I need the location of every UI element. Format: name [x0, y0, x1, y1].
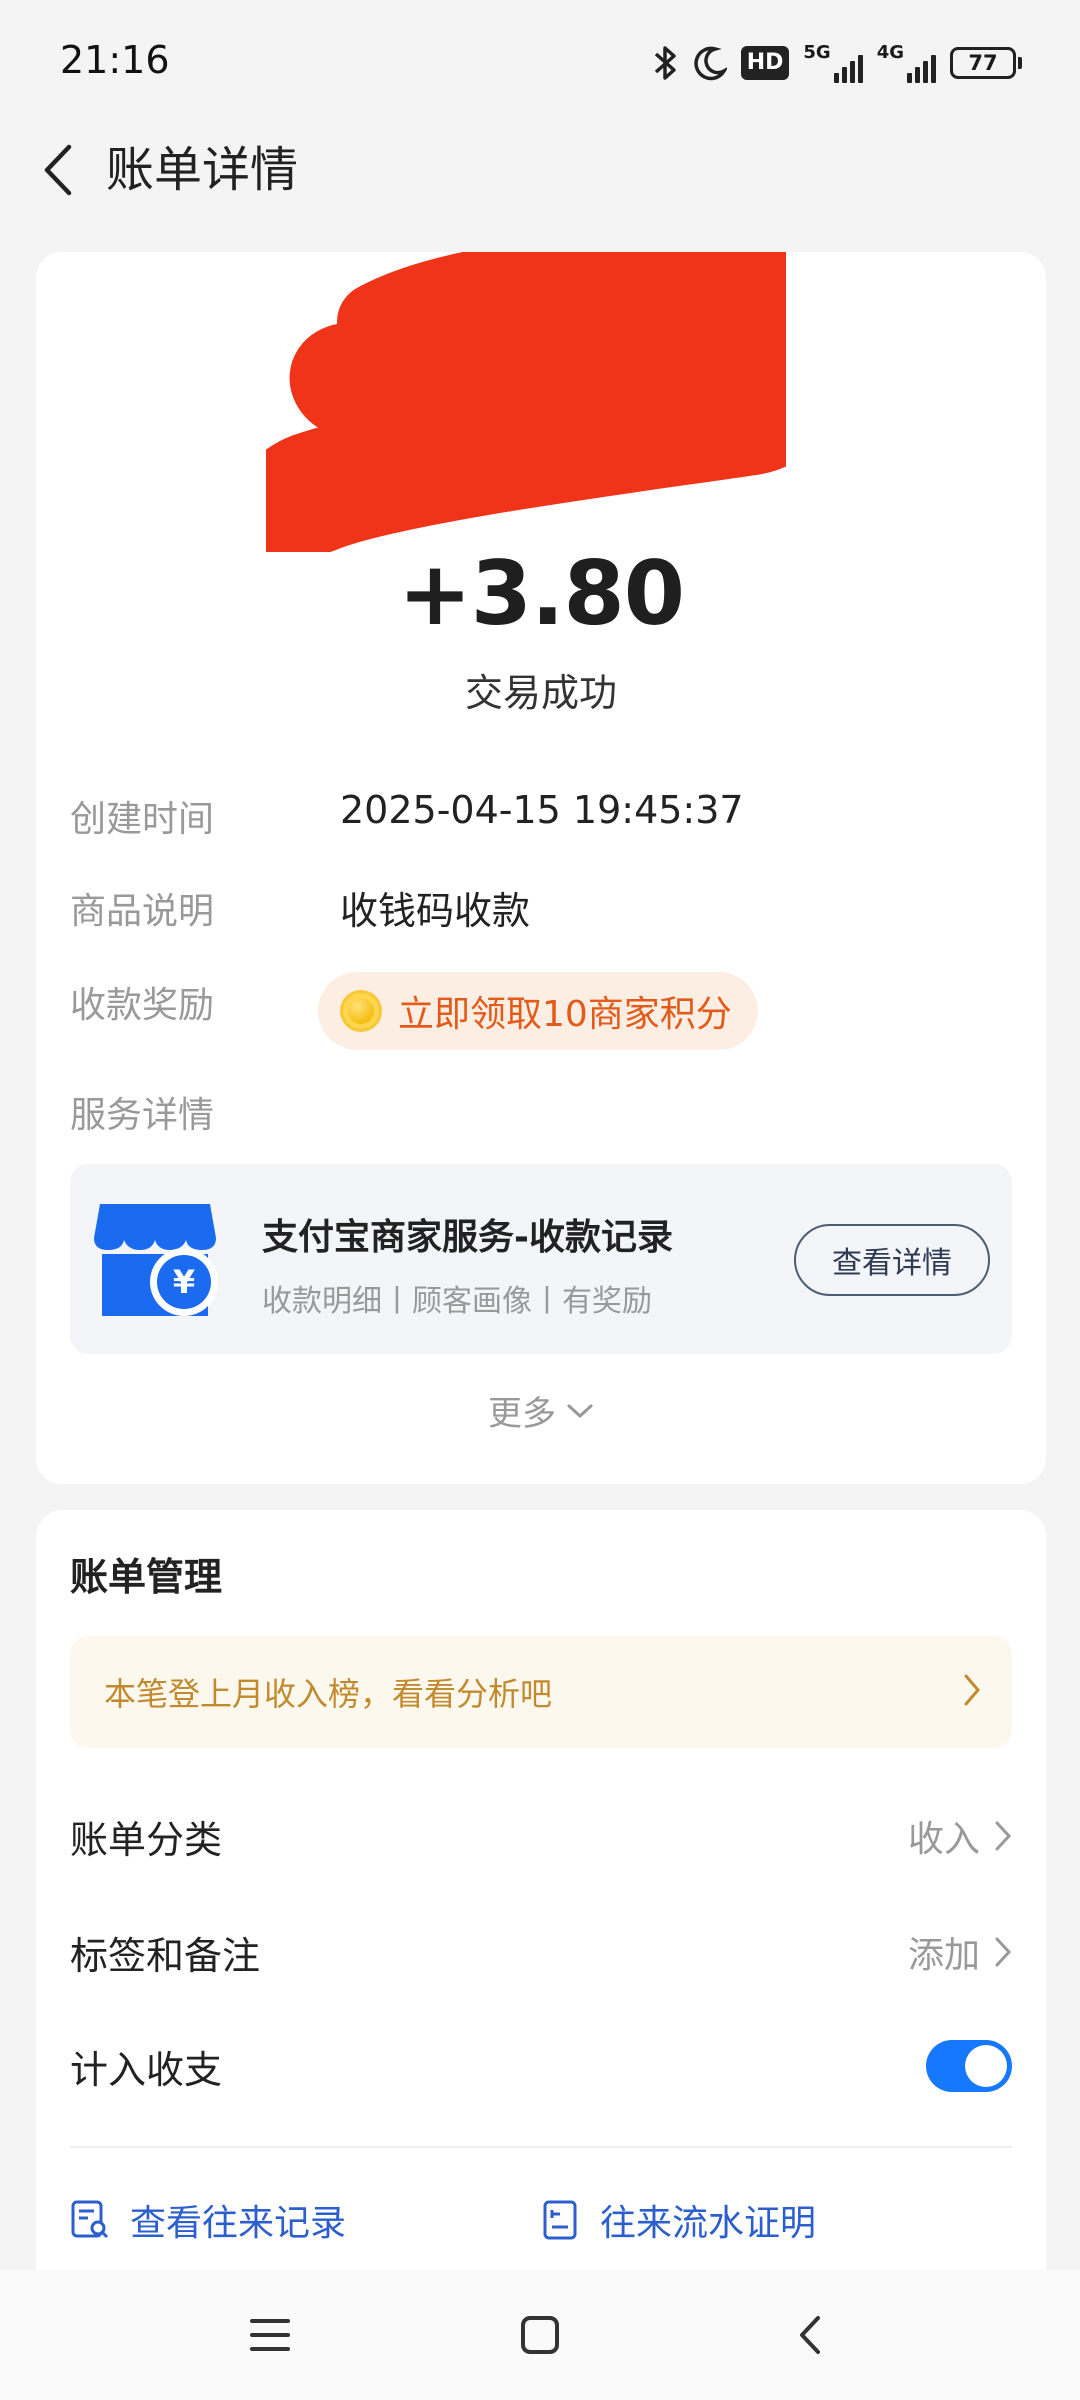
section-title: 账单管理 — [70, 1555, 223, 1599]
tip-text: 本笔登上月收入榜，看看分析吧 — [104, 1675, 553, 1713]
tags-notes-row[interactable]: 标签和备注 添加 — [70, 1912, 1012, 1992]
transaction-proof-label: 往来流水证明 — [600, 2203, 817, 2244]
back-arrow-icon — [800, 2316, 820, 2354]
coin-icon — [340, 990, 382, 1032]
more-label: 更多 — [488, 1394, 556, 1434]
include-balance-row: 计入收支 — [70, 2026, 1012, 2106]
svg-text:¥: ¥ — [173, 1263, 195, 1301]
hd-voice-badge: HD — [740, 46, 790, 80]
transaction-proof-link[interactable]: 往来流水证明 — [540, 2194, 816, 2246]
status-time: 21:16 — [60, 38, 170, 82]
signal-4g-icon: 4G — [877, 43, 936, 83]
transaction-amount: +3.80 — [398, 542, 685, 645]
claim-points-label: 立即领取10商家积分 — [398, 994, 732, 1035]
item-desc-label: 商品说明 — [70, 891, 215, 932]
view-details-button[interactable]: 查看详情 — [794, 1224, 990, 1296]
status-bar: 21:16 HD 5G 4G 77 — [0, 0, 1080, 120]
service-detail-label: 服务详情 — [70, 1095, 215, 1136]
item-desc-value: 收钱码收款 — [340, 889, 531, 933]
bill-management-card: 账单管理 本笔登上月收入榜，看看分析吧 账单分类 收入 标签和备注 添加 计入收… — [36, 1510, 1046, 2270]
chevron-left-icon — [44, 144, 72, 196]
merchant-service-entry[interactable]: ¥ 支付宝商家服务-收款记录 收款明细丨顾客画像丨有奖励 查看详情 — [70, 1164, 1012, 1354]
tags-notes-value: 添加 — [907, 1935, 980, 1976]
chevron-right-icon — [964, 1674, 980, 1706]
system-nav-bar — [0, 2270, 1080, 2400]
transaction-status: 交易成功 — [464, 671, 617, 715]
home-button[interactable] — [505, 2300, 575, 2370]
bill-category-row[interactable]: 账单分类 收入 — [70, 1796, 1012, 1876]
back-button[interactable] — [28, 138, 88, 202]
bill-detail-page: 21:16 HD 5G 4G 77 账单详情 +3.80 交易成功 创建时间 2… — [0, 0, 1080, 2400]
transaction-card: +3.80 交易成功 创建时间 2025-04-15 19:45:37 商品说明… — [36, 252, 1046, 1484]
page-title: 账单详情 — [106, 142, 299, 198]
chevron-right-icon — [995, 1937, 1012, 1967]
merchant-shop-icon: ¥ — [94, 1204, 218, 1316]
battery-icon: 77 — [950, 47, 1022, 79]
nav-back-button[interactable] — [775, 2300, 845, 2370]
redaction-scribble — [266, 252, 786, 552]
bill-category-label: 账单分类 — [70, 1817, 223, 1862]
tags-notes-label: 标签和备注 — [70, 1933, 261, 1978]
menu-button[interactable] — [235, 2300, 305, 2370]
include-balance-toggle[interactable] — [926, 2040, 1012, 2092]
service-title: 支付宝商家服务-收款记录 — [262, 1217, 673, 1258]
chevron-down-icon — [567, 1404, 593, 1418]
income-ranking-tip[interactable]: 本笔登上月收入榜，看看分析吧 — [70, 1636, 1012, 1748]
view-history-link[interactable]: 查看往来记录 — [70, 2194, 346, 2246]
created-time-value: 2025-04-15 19:45:37 — [340, 788, 744, 832]
home-square-icon — [521, 2316, 559, 2354]
status-icons: HD 5G 4G 77 — [653, 38, 1022, 88]
claim-points-button[interactable]: 立即领取10商家积分 — [318, 972, 758, 1050]
chevron-right-icon — [995, 1821, 1012, 1851]
document-search-icon — [71, 2200, 109, 2239]
reward-label: 收款奖励 — [70, 985, 215, 1026]
bluetooth-icon — [653, 43, 679, 83]
created-time-label: 创建时间 — [70, 799, 215, 840]
moon-icon — [693, 43, 727, 83]
signal-5g-icon: 5G — [803, 43, 863, 83]
divider — [70, 2146, 1012, 2148]
view-history-label: 查看往来记录 — [130, 2203, 347, 2244]
menu-icon — [250, 2319, 290, 2351]
include-balance-label: 计入收支 — [70, 2047, 223, 2092]
service-subtitle: 收款明细丨顾客画像丨有奖励 — [262, 1284, 652, 1319]
bill-category-value: 收入 — [907, 1819, 980, 1860]
more-toggle[interactable]: 更多 — [36, 1386, 1046, 1435]
top-bar: 账单详情 — [0, 120, 1080, 220]
certificate-icon — [543, 2200, 577, 2240]
